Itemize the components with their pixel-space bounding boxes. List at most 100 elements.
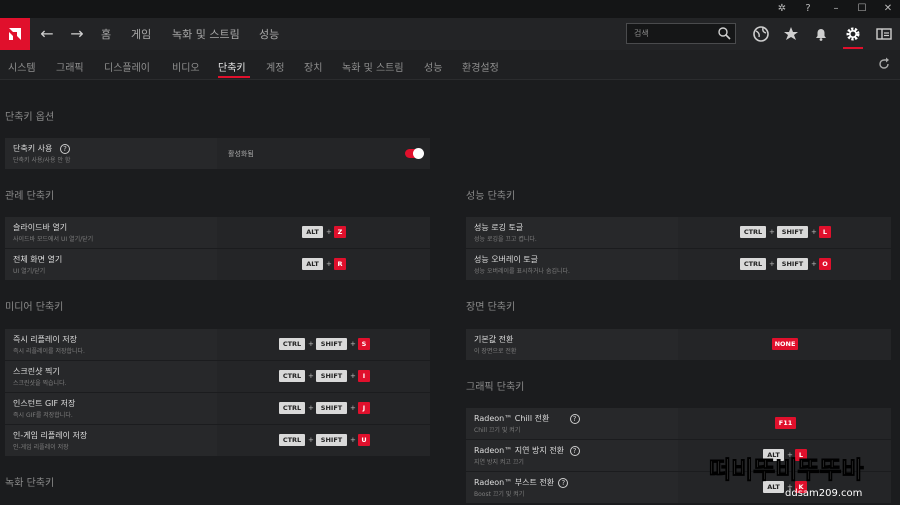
settings-tabs: 시스템 그래픽 디스플레이 비디오 단축키 계정 장치 녹화 및 스트림 성능 … (0, 50, 900, 80)
row-label-area: 슬라이드바 열기 사이드바 모드에서 UI 열기/닫기 (5, 217, 217, 248)
key-cap: CTRL (279, 402, 305, 414)
tab-account[interactable]: 계정 (266, 59, 284, 74)
hotkey-binding[interactable]: CTRL + SHIFT + S (218, 329, 430, 360)
row-title: 성능 오버레이 토글 (474, 255, 538, 264)
key-cap: L (819, 226, 831, 238)
row-description: 단축키 사용/사용 안 함 (13, 157, 71, 164)
help-icon[interactable]: ? (801, 2, 815, 16)
back-arrow-icon[interactable]: ← (37, 24, 57, 44)
hotkey-binding[interactable]: CTRL + SHIFT + I (218, 361, 430, 392)
close-icon[interactable]: ✕ (881, 2, 895, 16)
tab-hotkeys[interactable]: 단축키 (218, 59, 246, 74)
tab-record-stream[interactable]: 녹화 및 스트림 (342, 59, 404, 74)
hotkey-row[interactable]: 성능 오버레이 토글 성능 오버레이를 표시하거나 숨깁니다. CTRL + SHIFT… (466, 249, 891, 280)
hotkey-row[interactable]: 성능 로깅 토글 성능 로깅을 끄고 켭니다. CTRL + SHIFT + L (466, 217, 891, 248)
row-description: 지연 방지 켜고 끄기 (474, 459, 524, 466)
row-title: 슬라이드바 열기 (13, 223, 68, 232)
key-cap: CTRL (279, 370, 305, 382)
key-cap: SHIFT (777, 258, 808, 270)
hotkey-row[interactable]: 전체 화면 열기 UI 열기/닫기 ALT + R (5, 249, 430, 280)
hotkey-row[interactable]: 인스턴트 GIF 저장 즉시 GIF를 저장합니다. CTRL + SHIFT + J (5, 393, 430, 424)
watermark-text: 떠비뚜비뚜뚜바 (709, 456, 864, 484)
search-icon (718, 27, 731, 40)
row-title: 전체 화면 열기 (13, 255, 63, 264)
bell-icon[interactable] (811, 24, 831, 44)
row-label-area: 성능 오버레이 토글 성능 오버레이를 표시하거나 숨깁니다. (466, 249, 678, 280)
plus-separator: + (350, 436, 356, 444)
plus-separator: + (308, 436, 314, 444)
hotkey-row[interactable]: Radeon™ Chill 전환 Chill 끄기 및 켜기? F11 (466, 408, 891, 439)
tab-devices[interactable]: 장치 (304, 59, 322, 74)
row-description: Chill 끄기 및 켜기 (474, 427, 521, 434)
hotkey-binding[interactable]: F11 (679, 408, 891, 439)
row-title: Radeon™ 부스트 전환 (474, 478, 555, 487)
hotkey-binding[interactable]: ALT + Z (218, 217, 430, 248)
maximize-icon[interactable]: ☐ (855, 2, 869, 16)
key-cap: CTRL (740, 258, 766, 270)
star-icon[interactable] (781, 24, 801, 44)
tab-performance[interactable]: 성능 (424, 59, 442, 74)
watermark-logo: 떠비뚜비뚜뚜바 ddsam209.com (709, 456, 865, 500)
help-icon[interactable]: ? (60, 144, 70, 154)
hotkey-binding[interactable]: CTRL + SHIFT + J (218, 393, 430, 424)
forward-arrow-icon[interactable]: → (67, 24, 87, 44)
hotkey-row[interactable]: 인-게임 리플레이 저장 인-게임 리플레이 저장 CTRL + SHIFT + U (5, 425, 430, 456)
row-description: 즉시 GIF를 저장합니다. (13, 412, 73, 419)
help-icon[interactable]: ? (558, 478, 569, 488)
gear-icon[interactable] (843, 24, 863, 44)
overlay-panel-icon[interactable] (874, 24, 894, 44)
toggle-state-label: 활성화됨 (228, 150, 254, 158)
minimize-icon[interactable]: – (829, 2, 843, 16)
hotkey-binding[interactable]: NONE (679, 329, 891, 360)
row-title: 즉시 리플레이 저장 (13, 335, 77, 344)
watermark-url: ddsam209.com (785, 488, 862, 499)
help-icon[interactable]: ? (569, 446, 580, 456)
nav-games[interactable]: 게임 (131, 26, 151, 42)
section-title: 녹화 단축키 (5, 478, 55, 489)
toggle-knob (413, 148, 424, 159)
amd-logo[interactable] (0, 18, 30, 50)
nav-performance[interactable]: 성능 (259, 26, 279, 42)
hotkey-enable-toggle[interactable] (405, 148, 424, 159)
hotkey-binding[interactable]: ALT + R (218, 249, 430, 280)
hotkey-binding[interactable]: CTRL + SHIFT + L (679, 217, 891, 248)
row-description: 인-게임 리플레이 저장 (13, 444, 69, 451)
key-cap: ALT (302, 226, 323, 238)
section-hotkey-options: 단축키 옵션 (5, 112, 55, 123)
row-label-area: Radeon™ 부스트 전환 Boost 끄기 및 켜기? (466, 472, 678, 503)
hotkey-row[interactable]: 스크린샷 찍기 스크린샷을 찍습니다. CTRL + SHIFT + I (5, 361, 430, 392)
row-label-area: 성능 로깅 토글 성능 로깅을 끄고 켭니다. (466, 217, 678, 248)
plus-separator: + (308, 372, 314, 380)
row-description: Boost 끄기 및 켜기 (474, 491, 525, 498)
hotkey-row[interactable]: 즉시 리플레이 저장 즉시 리플레이를 저장합니다. CTRL + SHIFT + S (5, 329, 430, 360)
tab-graphics[interactable]: 그래픽 (56, 59, 84, 74)
globe-icon[interactable] (751, 24, 771, 44)
plus-separator: + (350, 372, 356, 380)
key-cap: CTRL (279, 338, 305, 350)
help-icon[interactable]: ? (569, 414, 580, 424)
tab-preferences[interactable]: 환경설정 (462, 59, 499, 74)
hotkey-binding[interactable]: CTRL + SHIFT + O (679, 249, 891, 280)
section-title: 관례 단축키 (5, 191, 55, 202)
key-cap: J (358, 402, 370, 414)
row-description: 스크린샷을 찍습니다. (13, 380, 67, 387)
key-cap: O (819, 258, 831, 270)
plus-separator: + (308, 340, 314, 348)
nav-record-stream[interactable]: 녹화 및 스트림 (172, 26, 240, 42)
tab-system[interactable]: 시스템 (8, 59, 36, 74)
bug-report-icon[interactable]: ✲ (775, 2, 789, 16)
tab-video[interactable]: 비디오 (172, 59, 200, 74)
row-label-area: 기본값 전환 이 장면으로 전환 (466, 329, 678, 360)
hotkey-row[interactable]: 기본값 전환 이 장면으로 전환 NONE (466, 329, 891, 360)
plus-separator: + (308, 404, 314, 412)
tab-display[interactable]: 디스플레이 (104, 59, 150, 74)
row-description: UI 열기/닫기 (13, 268, 46, 275)
nav-home[interactable]: 홈 (101, 26, 111, 42)
key-cap: ALT (302, 258, 323, 270)
key-cap: I (358, 370, 370, 382)
hotkey-binding[interactable]: CTRL + SHIFT + U (218, 425, 430, 456)
hotkey-row[interactable]: 슬라이드바 열기 사이드바 모드에서 UI 열기/닫기 ALT + Z (5, 217, 430, 248)
search-input[interactable]: 검색 (626, 23, 736, 44)
reset-icon[interactable] (876, 56, 892, 72)
key-cap: R (334, 258, 346, 270)
